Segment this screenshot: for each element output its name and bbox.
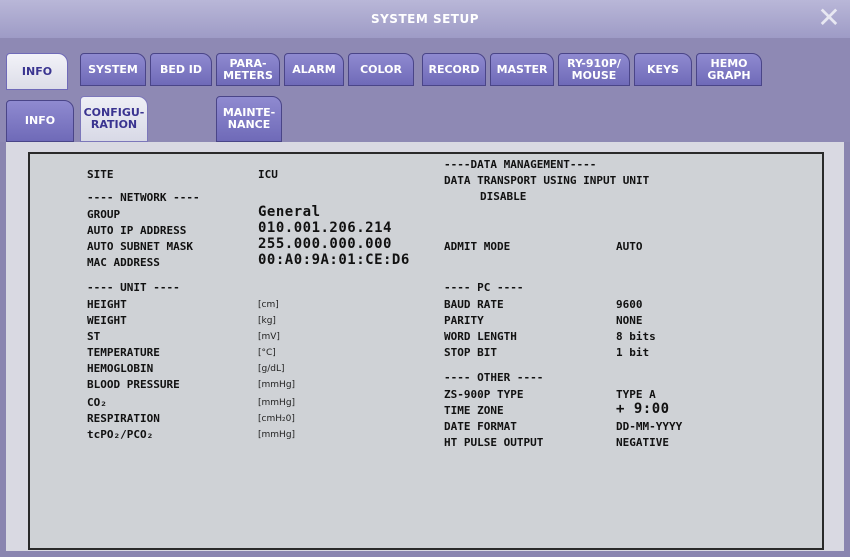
word-length-value: 8 bits [616, 330, 656, 343]
subtab-maintenance[interactable]: MAINTE- NANCE [216, 96, 282, 142]
pc-header: ---- PC ---- [444, 281, 524, 294]
tab-ry-910p-mouse[interactable]: RY-910P/ MOUSE [558, 53, 630, 86]
unit-value-st: [mV] [258, 332, 280, 342]
mac-label: MAC ADDRESS [87, 256, 160, 269]
unit-value-co2: [mmHg] [258, 398, 296, 408]
tab-parameters[interactable]: PARA- METERS [216, 53, 280, 86]
data-management-header: ----DATA MANAGEMENT---- [444, 158, 597, 171]
unit-label-st: ST [87, 330, 101, 343]
baud-rate-value: 9600 [616, 298, 643, 311]
close-icon[interactable]: ✕ [814, 4, 844, 34]
tab-color[interactable]: COLOR [348, 53, 414, 86]
stop-bit-label: STOP BIT [444, 346, 497, 359]
unit-label-respiration: RESPIRATION [87, 412, 160, 425]
other-header: ---- OTHER ---- [444, 371, 544, 384]
date-format-value: DD-MM-YYYY [616, 420, 683, 433]
stop-bit-value: 1 bit [616, 346, 650, 359]
tab-info[interactable]: INFO [6, 53, 68, 90]
parity-label: PARITY [444, 314, 484, 327]
time-zone-label: TIME ZONE [444, 404, 504, 417]
subnet-value: 255.000.000.000 [258, 236, 392, 252]
network-header: ---- NETWORK ---- [87, 191, 200, 204]
parity-value: NONE [616, 314, 643, 327]
admit-mode-value: AUTO [616, 240, 643, 253]
unit-value-tcpo2: [mmHg] [258, 430, 296, 440]
data-transport-value: DISABLE [480, 190, 527, 203]
auto-ip-label: AUTO IP ADDRESS [87, 224, 187, 237]
ht-pulse-output-label: HT PULSE OUTPUT [444, 436, 544, 449]
unit-value-respiration: [cmH₂0] [258, 414, 295, 424]
unit-header: ---- UNIT ---- [87, 281, 180, 294]
unit-label-temperature: TEMPERATURE [87, 346, 160, 359]
zs-900p-type-value: TYPE A [616, 388, 656, 401]
content-area: SITE ICU ---- NETWORK ---- GROUP General… [6, 142, 844, 551]
tab-keys[interactable]: KEYS [634, 53, 692, 86]
subnet-label: AUTO SUBNET MASK [87, 240, 193, 253]
unit-value-weight: [kg] [258, 316, 276, 326]
ht-pulse-output-value: NEGATIVE [616, 436, 669, 449]
unit-value-blood-pressure: [mmHg] [258, 380, 296, 390]
auto-ip-value: 010.001.206.214 [258, 220, 392, 236]
tab-hemo-graph[interactable]: HEMO GRAPH [696, 53, 762, 86]
sub-tab-bar: INFO CONFIGU- RATION MAINTE- NANCE [0, 90, 850, 142]
unit-label-hemoglobin: HEMOGLOBIN [87, 362, 154, 375]
unit-label-co2: CO₂ [87, 396, 107, 409]
configuration-panel: SITE ICU ---- NETWORK ---- GROUP General… [28, 152, 824, 550]
site-label: SITE [87, 168, 114, 181]
unit-value-height: [cm] [258, 300, 279, 310]
admit-mode-label: ADMIT MODE [444, 240, 511, 253]
tab-record[interactable]: RECORD [422, 53, 486, 86]
tab-bed-id[interactable]: BED ID [150, 53, 212, 86]
baud-rate-label: BAUD RATE [444, 298, 504, 311]
unit-label-tcpo2: tcPO₂/PCO₂ [87, 428, 154, 441]
tab-system[interactable]: SYSTEM [80, 53, 146, 86]
site-value: ICU [258, 168, 278, 181]
time-zone-value: + 9:00 [616, 401, 670, 417]
date-format-label: DATE FORMAT [444, 420, 517, 433]
unit-label-blood-pressure: BLOOD PRESSURE [87, 378, 180, 391]
data-transport-label: DATA TRANSPORT USING INPUT UNIT [444, 174, 650, 187]
subtab-configuration[interactable]: CONFIGU- RATION [80, 96, 148, 142]
tab-master[interactable]: MASTER [490, 53, 554, 86]
title-bar: SYSTEM SETUP ✕ [0, 0, 850, 39]
unit-label-height: HEIGHT [87, 298, 127, 311]
group-value: General [258, 204, 321, 220]
tab-alarm[interactable]: ALARM [284, 53, 344, 86]
unit-value-hemoglobin: [g/dL] [258, 364, 285, 374]
system-setup-window: SYSTEM SETUP ✕ INFO SYSTEM BED ID PARA- … [0, 0, 850, 557]
subtab-info[interactable]: INFO [6, 100, 74, 142]
unit-value-temperature: [°C] [258, 348, 276, 358]
main-tab-bar: INFO SYSTEM BED ID PARA- METERS ALARM CO… [0, 38, 850, 90]
window-title: SYSTEM SETUP [370, 12, 480, 26]
group-label: GROUP [87, 208, 121, 221]
unit-label-weight: WEIGHT [87, 314, 127, 327]
mac-value: 00:A0:9A:01:CE:D6 [258, 252, 410, 268]
zs-900p-type-label: ZS-900P TYPE [444, 388, 524, 401]
word-length-label: WORD LENGTH [444, 330, 517, 343]
